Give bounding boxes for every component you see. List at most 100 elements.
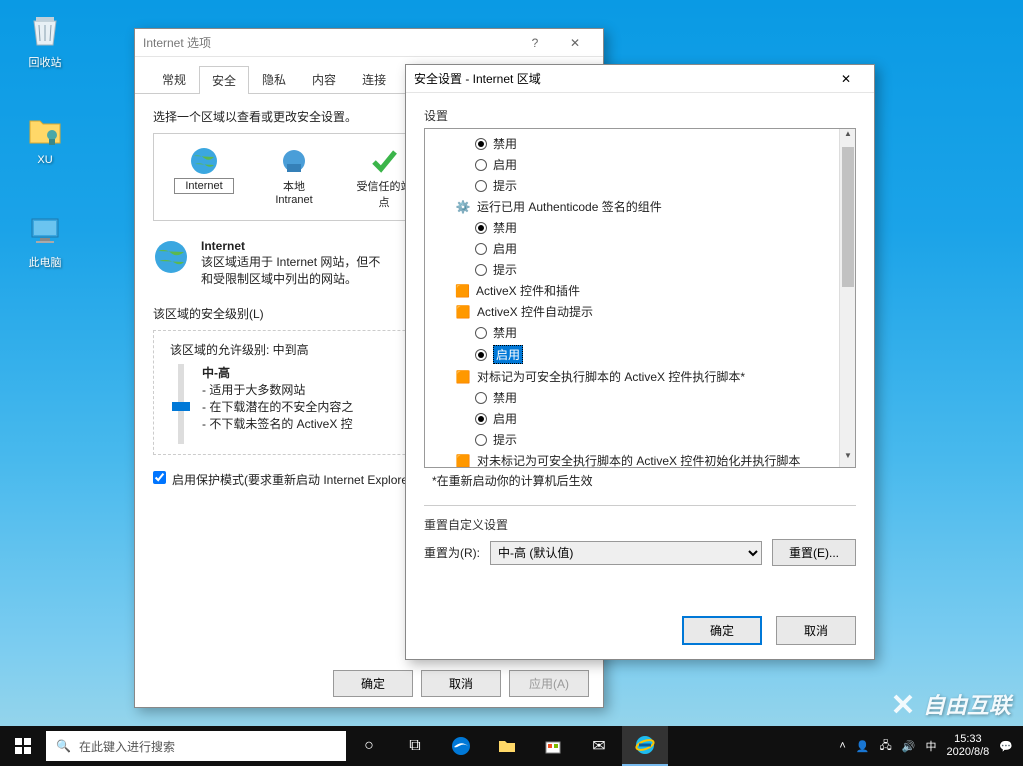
start-button[interactable] [0,726,46,766]
security-settings-dialog: 安全设置 - Internet 区域 ✕ 设置 禁用 启用 提示 ⚙️运行已用 … [405,64,875,660]
label: 此电脑 [10,254,80,270]
radio-disable[interactable]: 禁用 [431,217,849,238]
watermark-icon [889,690,917,718]
radio-enable[interactable]: 启用 [431,408,849,429]
cancel-button[interactable]: 取消 [776,616,856,645]
edge-icon[interactable] [438,726,484,766]
apply-button[interactable]: 应用(A) [509,670,589,697]
zone-info-title: Internet [201,239,380,253]
label: 回收站 [10,54,80,70]
protected-mode-label: 启用保护模式(要求重新启动 Internet Explorer)(P) [172,471,432,488]
category-activex-unsafe-init: 🟧对未标记为可安全执行脚本的 ActiveX 控件初始化并执行脚本 [431,450,849,468]
activex-icon: 🟧 [455,453,471,469]
level-desc-3: - 不下载未签名的 ActiveX 控 [202,415,353,432]
computer-icon [25,210,65,250]
zone-internet[interactable]: Internet [174,144,234,210]
tab-connections[interactable]: 连接 [349,65,399,93]
protected-mode-checkbox[interactable] [153,471,166,484]
radio-enable[interactable]: 启用 [431,154,849,175]
section-activex: 🟧ActiveX 控件和插件 [431,280,849,301]
scroll-up-icon[interactable]: ▲ [840,129,856,145]
level-desc-1: - 适用于大多数网站 [202,381,353,398]
tab-content[interactable]: 内容 [299,65,349,93]
desktop-icon-recycle-bin[interactable]: 回收站 [10,10,80,70]
reset-button[interactable]: 重置(E)... [772,539,856,566]
folder-icon [25,110,65,150]
cancel-button[interactable]: 取消 [421,670,501,697]
radio-disable[interactable]: 禁用 [431,387,849,408]
tab-security[interactable]: 安全 [199,66,249,94]
dialog-title: Internet 选项 [143,34,515,51]
radio-prompt[interactable]: 提示 [431,175,849,196]
close-button[interactable]: ✕ [826,67,866,91]
clock[interactable]: 15:33 2020/8/8 [946,733,989,759]
ok-button[interactable]: 确定 [333,670,413,697]
radio-prompt[interactable]: 提示 [431,259,849,280]
activex-icon: 🟧 [455,284,470,298]
tray-volume-icon[interactable]: 🔊 [902,740,916,753]
intranet-icon [264,144,324,178]
scrollbar[interactable]: ▲ ▼ [839,129,855,467]
ime-indicator[interactable]: 中 [925,738,936,754]
tray-people-icon[interactable]: 👤 [856,740,870,753]
reset-label: 重置自定义设置 [424,516,856,533]
recycle-bin-icon [25,10,65,50]
close-button[interactable]: ✕ [555,31,595,55]
slider-thumb[interactable] [172,402,190,411]
radio-disable[interactable]: 禁用 [431,322,849,343]
mail-icon[interactable]: ✉ [576,726,622,766]
radio-enable[interactable]: 启用 [431,343,849,366]
tab-general[interactable]: 常规 [149,65,199,93]
notifications-icon[interactable]: 💬 [999,740,1013,753]
scrollbar-thumb[interactable] [842,147,854,287]
radio-prompt[interactable]: 提示 [431,429,849,450]
taskbar-search[interactable]: 🔍 在此键入进行搜索 [46,731,346,761]
label: XU [10,154,80,166]
reset-to-label: 重置为(R): [424,544,480,561]
tab-privacy[interactable]: 隐私 [249,65,299,93]
store-icon[interactable] [530,726,576,766]
windows-icon [15,738,31,754]
watermark: 自由互联 [889,688,1011,720]
zone-info-line2: 和受限制区域中列出的网站。 [201,270,380,287]
internet-explorer-icon[interactable] [622,726,668,766]
dialog-titlebar: 安全设置 - Internet 区域 ✕ [406,65,874,93]
search-placeholder: 在此键入进行搜索 [79,738,175,755]
time: 15:33 [946,733,989,746]
system-tray: ˄ 👤 🖧 🔊 中 15:33 2020/8/8 💬 [829,733,1023,759]
cortana-icon[interactable]: ○ [346,726,392,766]
tray-network-icon[interactable]: 🖧 [880,737,892,756]
label: Internet [174,178,234,194]
ok-button[interactable]: 确定 [682,616,762,645]
globe-icon [153,239,189,275]
zone-info-line1: 该区域适用于 Internet 网站，但不 [201,253,380,270]
date: 2020/8/8 [946,746,989,759]
taskbar: 🔍 在此键入进行搜索 ○ ⧉ ✉ ˄ 👤 🖧 🔊 中 15:33 2020/8/… [0,726,1023,766]
gear-icon: ⚙️ [455,199,471,215]
help-button[interactable]: ? [515,31,555,55]
level-desc-2: - 在下载潜在的不安全内容之 [202,398,353,415]
activex-icon: 🟧 [455,304,471,320]
desktop-icon-this-pc[interactable]: 此电脑 [10,210,80,270]
radio-enable[interactable]: 启用 [431,238,849,259]
radio-disable[interactable]: 禁用 [431,133,849,154]
dialog-title: 安全设置 - Internet 区域 [414,70,826,87]
settings-list: 禁用 启用 提示 ⚙️运行已用 Authenticode 签名的组件 禁用 启用… [424,128,856,468]
dialog-titlebar: Internet 选项 ? ✕ [135,29,603,57]
file-explorer-icon[interactable] [484,726,530,766]
desktop-icon-folder[interactable]: XU [10,110,80,166]
category-activex-safe-script: 🟧对标记为可安全执行脚本的 ActiveX 控件执行脚本* [431,366,849,387]
globe-icon [174,144,234,178]
task-view-icon[interactable]: ⧉ [392,726,438,766]
category-activex-auto-prompt: 🟧ActiveX 控件自动提示 [431,301,849,322]
scroll-down-icon[interactable]: ▼ [840,451,856,467]
category-authenticode: ⚙️运行已用 Authenticode 签名的组件 [431,196,849,217]
security-slider[interactable] [178,364,184,444]
search-icon: 🔍 [56,739,71,753]
reset-to-select[interactable]: 中-高 (默认值) [490,541,762,565]
activex-icon: 🟧 [455,369,471,385]
tray-chevron-icon[interactable]: ˄ [839,740,845,752]
settings-label: 设置 [424,107,856,124]
restart-note: *在重新启动你的计算机后生效 [424,472,856,489]
zone-intranet[interactable]: 本地 Intranet [264,144,324,210]
